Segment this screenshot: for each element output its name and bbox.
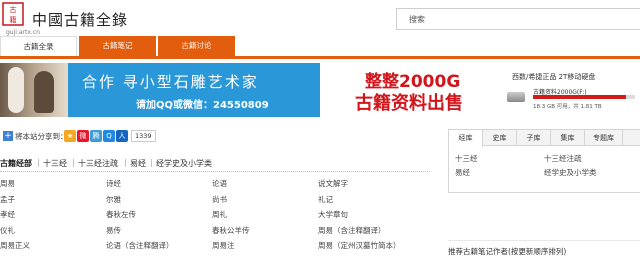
- category-item-yijing[interactable]: 易经: [130, 158, 146, 169]
- book-link[interactable]: 孟子: [0, 194, 15, 205]
- search-input[interactable]: 搜索: [396, 8, 640, 30]
- book-link[interactable]: 尚书: [212, 194, 227, 205]
- harddrive-usage-bar: [533, 95, 635, 99]
- book-link[interactable]: 周易: [0, 178, 15, 189]
- category-separator: |: [124, 158, 127, 167]
- book-link[interactable]: 诗经: [106, 178, 121, 189]
- tab-guji-taolun[interactable]: 古籍讨论: [158, 36, 235, 56]
- renren-icon[interactable]: 人: [116, 130, 128, 142]
- tab-zhuantiku[interactable]: 专题库: [585, 130, 623, 146]
- harddrive-usage-fill: [533, 95, 626, 99]
- category-separator: |: [37, 158, 40, 167]
- panel-item-zhushu[interactable]: 十三经注疏: [544, 153, 582, 164]
- harddrive-stats: 18.3 GB 可用，共 1.81 TB: [533, 104, 602, 110]
- svg-text:古: 古: [10, 5, 17, 14]
- category-item-shisanjing[interactable]: 十三经: [43, 158, 67, 169]
- harddrive-icon: [507, 92, 525, 102]
- book-link[interactable]: 礼记: [318, 194, 333, 205]
- book-link[interactable]: 周易（含注释翻译）: [318, 225, 386, 236]
- qq-icon[interactable]: Q: [103, 130, 115, 142]
- ad-banner-harddrive[interactable]: 整整2000G 古籍资料出售 西数/希捷正品 2T移动硬盘 古籍资料2000G(…: [335, 63, 640, 117]
- weibo-icon[interactable]: 微: [77, 130, 89, 142]
- book-link[interactable]: 说文解字: [318, 178, 348, 189]
- search-placeholder: 搜索: [409, 15, 425, 24]
- panel-item-shisanjing[interactable]: 十三经: [455, 153, 478, 164]
- library-tabs: 经库 史库 子库 集库 专题库: [449, 130, 640, 147]
- sculpture-image: [0, 63, 68, 117]
- share-count: 1339: [131, 130, 156, 142]
- tencent-weibo-icon[interactable]: 腾: [90, 130, 102, 142]
- book-link[interactable]: 周易正义: [0, 240, 30, 251]
- seal-logo-icon[interactable]: 古 籍: [2, 2, 24, 26]
- category-item-jingxueshi[interactable]: 经学史及小学类: [156, 158, 212, 169]
- category-item-zhushu[interactable]: 十三经注疏: [78, 158, 118, 169]
- category-row: 古籍经部 | 十三经 | 十三经注疏 | 易经 | 经学史及小学类: [0, 158, 430, 172]
- ad-banner-headline: 合作 寻小型石雕艺术家: [82, 73, 259, 91]
- ad-banner-sale: 古籍资料出售: [355, 93, 463, 114]
- category-main[interactable]: 古籍经部: [0, 158, 32, 169]
- qzone-icon[interactable]: ★: [64, 130, 76, 142]
- tab-guji-biji[interactable]: 古籍笔记: [79, 36, 156, 56]
- tab-jingku[interactable]: 经库: [449, 130, 483, 147]
- share-bar: + 将本站分享到： ★ 微 腾 Q 人 1339: [0, 129, 430, 145]
- book-link[interactable]: 大学章句: [318, 209, 348, 220]
- book-link[interactable]: 尔雅: [106, 194, 121, 205]
- tab-ziku[interactable]: 子库: [517, 130, 551, 146]
- book-link[interactable]: 论语（含注释翻译）: [106, 240, 174, 251]
- book-link[interactable]: 周易（定州汉墓竹简本）: [318, 240, 401, 251]
- book-link[interactable]: 孝经: [0, 209, 15, 220]
- site-header: 古 籍 中國古籍全錄 guji.artx.cn 搜索: [0, 0, 640, 36]
- book-link[interactable]: 易传: [106, 225, 121, 236]
- ad-banner-sculpture[interactable]: 合作 寻小型石雕艺术家 请加QQ或微信：24550809: [0, 63, 320, 117]
- site-title[interactable]: 中國古籍全錄: [32, 9, 128, 30]
- notes-authors-title: 推荐古籍笔记作者(按更新顺序排列): [448, 247, 567, 256]
- harddrive-title: 西数/希捷正品 2T移动硬盘: [512, 73, 596, 81]
- notes-divider: [448, 240, 640, 241]
- svg-text:籍: 籍: [10, 15, 17, 24]
- main-nav: 古籍全录 古籍笔记 古籍讨论: [0, 36, 640, 59]
- category-separator: |: [150, 158, 153, 167]
- book-link[interactable]: 春秋左传: [106, 209, 136, 220]
- ad-banner-contact: 请加QQ或微信：24550809: [136, 100, 269, 111]
- book-link[interactable]: 春秋公羊传: [212, 225, 250, 236]
- panel-item-yijing[interactable]: 易经: [455, 167, 470, 178]
- library-panel: 经库 史库 子库 集库 专题库 十三经 十三经注疏 易经 经学史及小学类: [448, 129, 640, 193]
- site-url: guji.artx.cn: [6, 29, 40, 36]
- book-link[interactable]: 论语: [212, 178, 227, 189]
- book-link[interactable]: 周易注: [212, 240, 235, 251]
- share-plus-icon[interactable]: +: [3, 131, 13, 141]
- share-label: 将本站分享到：: [15, 132, 68, 141]
- tab-guji-quanlu[interactable]: 古籍全录: [0, 36, 77, 56]
- category-separator: |: [72, 158, 75, 167]
- panel-item-jingxueshi[interactable]: 经学史及小学类: [544, 167, 597, 178]
- tab-jiku[interactable]: 集库: [551, 130, 585, 146]
- book-link[interactable]: 周礼: [212, 209, 227, 220]
- book-link[interactable]: 仪礼: [0, 225, 15, 236]
- tab-shiku[interactable]: 史库: [483, 130, 517, 146]
